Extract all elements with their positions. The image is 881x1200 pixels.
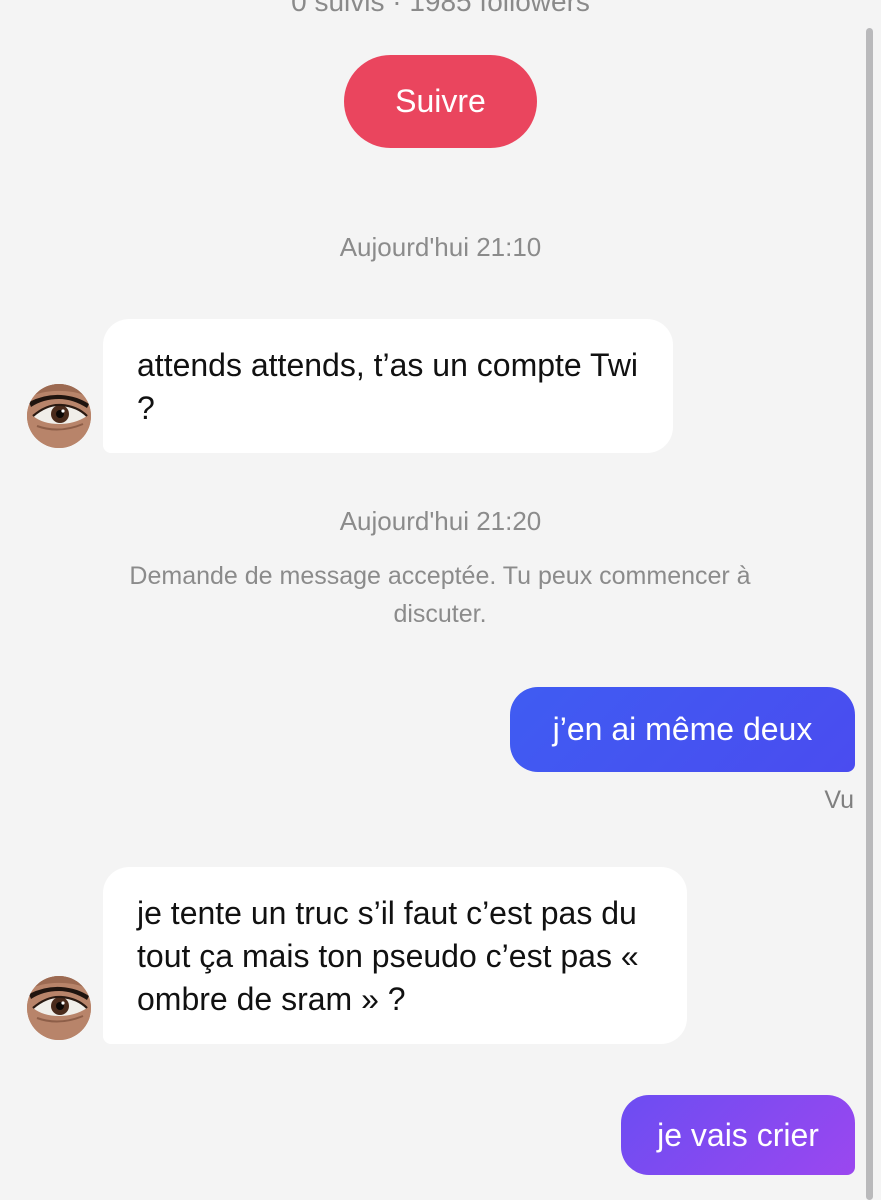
scrollbar[interactable] <box>866 28 873 1200</box>
incoming-message-2[interactable]: je tente un truc s’il faut c’est pas du … <box>103 867 687 1044</box>
contact-avatar[interactable] <box>27 976 91 1040</box>
timestamp-1: Aujourd'hui 21:10 <box>339 232 542 262</box>
contact-avatar[interactable] <box>27 384 91 448</box>
follow-button[interactable]: Suivre <box>344 55 537 148</box>
profile-stats: 0 suivis · 1985 followers <box>291 0 590 17</box>
outgoing-message-2[interactable]: je vais crier <box>621 1095 855 1175</box>
system-message: Demande de message acceptée. Tu peux com… <box>129 562 751 628</box>
seen-status: Vu <box>824 786 854 814</box>
timestamp-2: Aujourd'hui 21:20 <box>339 506 542 536</box>
outgoing-message-1[interactable]: j’en ai même deux <box>510 687 855 772</box>
eye-closeup-avatar-icon <box>27 976 91 1040</box>
eye-closeup-avatar-icon <box>27 384 91 448</box>
incoming-message-1[interactable]: attends attends, t’as un compte Twi ? <box>103 319 673 453</box>
